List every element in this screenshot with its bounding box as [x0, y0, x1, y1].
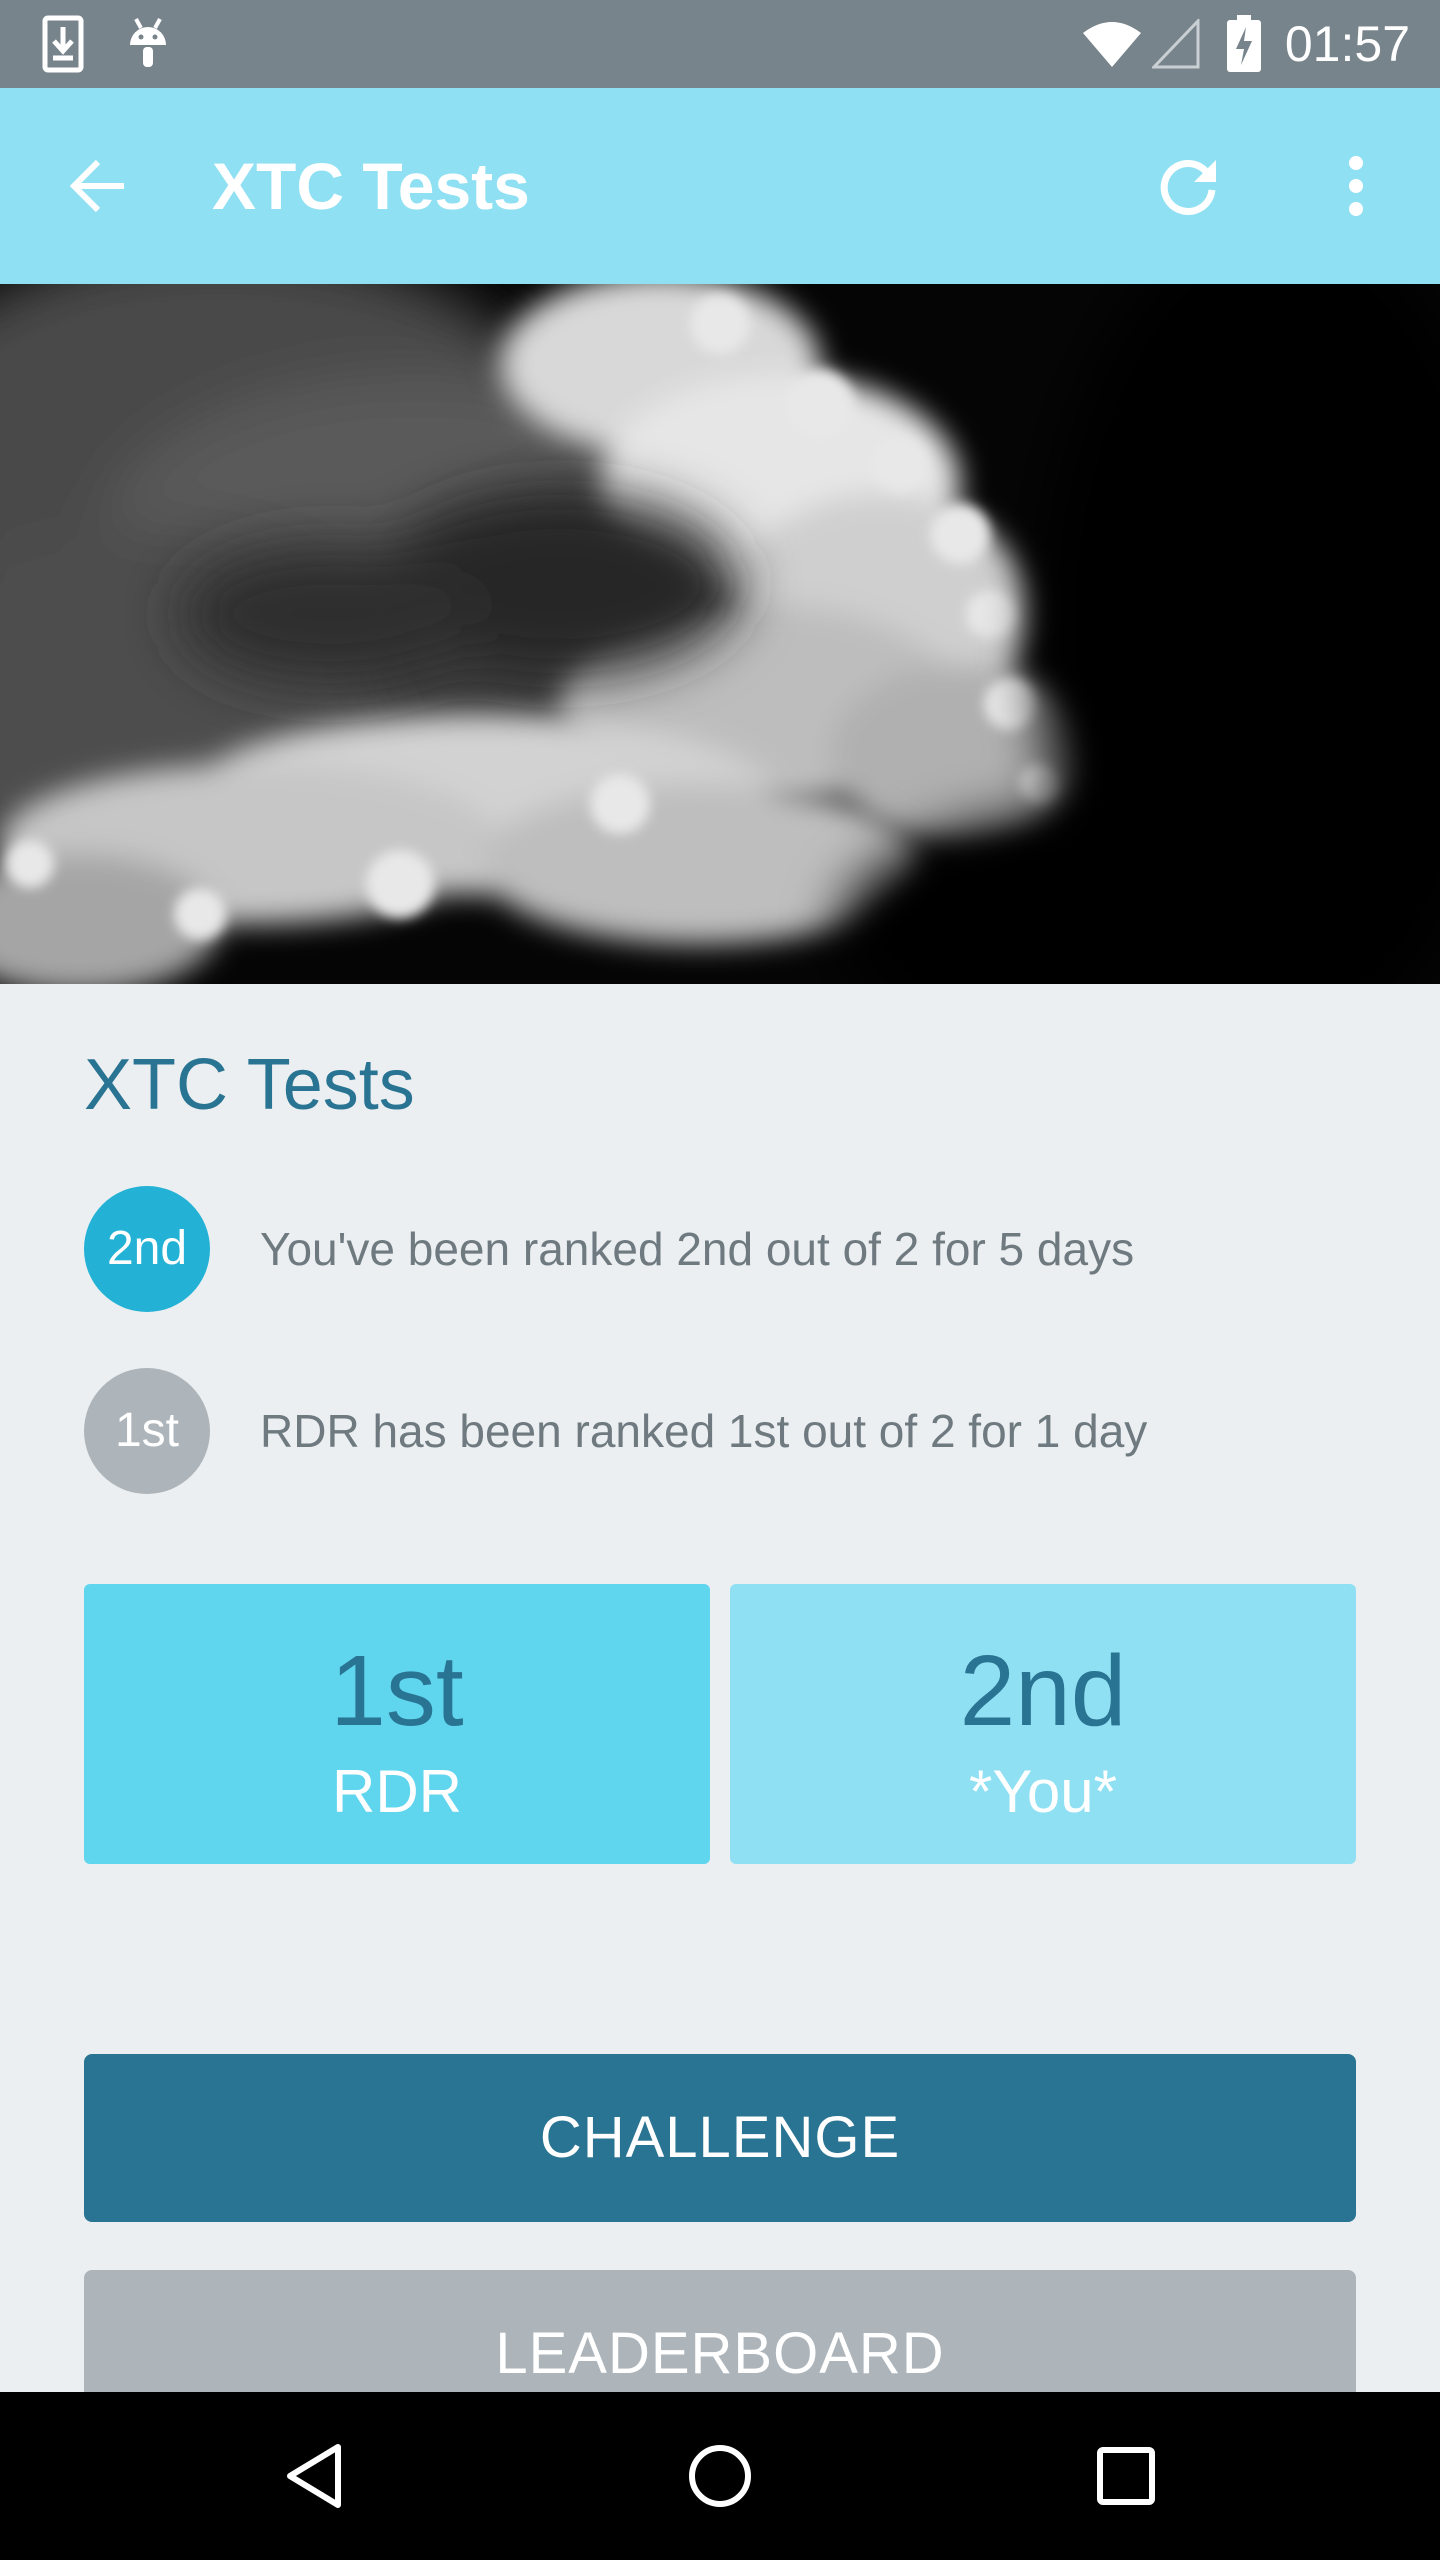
challenge-button[interactable]: CHALLENGE [84, 2054, 1356, 2222]
navigation-bar [0, 2392, 1440, 2560]
rank-badge: 1st [84, 1368, 210, 1494]
rank-badge: 2nd [84, 1186, 210, 1312]
leaderboard-card-first[interactable]: 1st RDR [84, 1584, 710, 1864]
overflow-menu-icon[interactable] [1296, 88, 1416, 284]
card-rank: 1st [330, 1635, 464, 1747]
hero-image [0, 284, 1440, 984]
status-bar: 01:57 [0, 0, 1440, 88]
leaderboard-card-second[interactable]: 2nd *You* [730, 1584, 1356, 1864]
home-circle-icon[interactable] [640, 2392, 800, 2560]
status-time: 01:57 [1284, 16, 1410, 72]
battery-charging-icon [1224, 0, 1264, 88]
ranking-row-you: 2nd You've been ranked 2nd out of 2 for … [84, 1186, 1384, 1312]
back-triangle-icon[interactable] [234, 2392, 394, 2560]
download-icon [38, 0, 88, 88]
wifi-icon [1080, 0, 1144, 88]
card-rank: 2nd [959, 1635, 1127, 1747]
ranking-text: You've been ranked 2nd out of 2 for 5 da… [260, 1223, 1135, 1275]
cloud-image [0, 284, 1440, 984]
android-icon [124, 0, 172, 88]
section-title: XTC Tests [84, 1045, 415, 1125]
card-name: RDR [332, 1758, 462, 1825]
refresh-icon[interactable] [1128, 88, 1248, 284]
app-title: XTC Tests [212, 149, 530, 223]
ranking-text: RDR has been ranked 1st out of 2 for 1 d… [260, 1405, 1148, 1457]
app-bar: XTC Tests [0, 88, 1440, 284]
back-arrow-icon[interactable] [38, 88, 158, 284]
signal-icon [1150, 0, 1202, 88]
card-name: *You* [969, 1758, 1117, 1825]
recents-square-icon[interactable] [1046, 2392, 1206, 2560]
ranking-row-rdr: 1st RDR has been ranked 1st out of 2 for… [84, 1368, 1384, 1494]
